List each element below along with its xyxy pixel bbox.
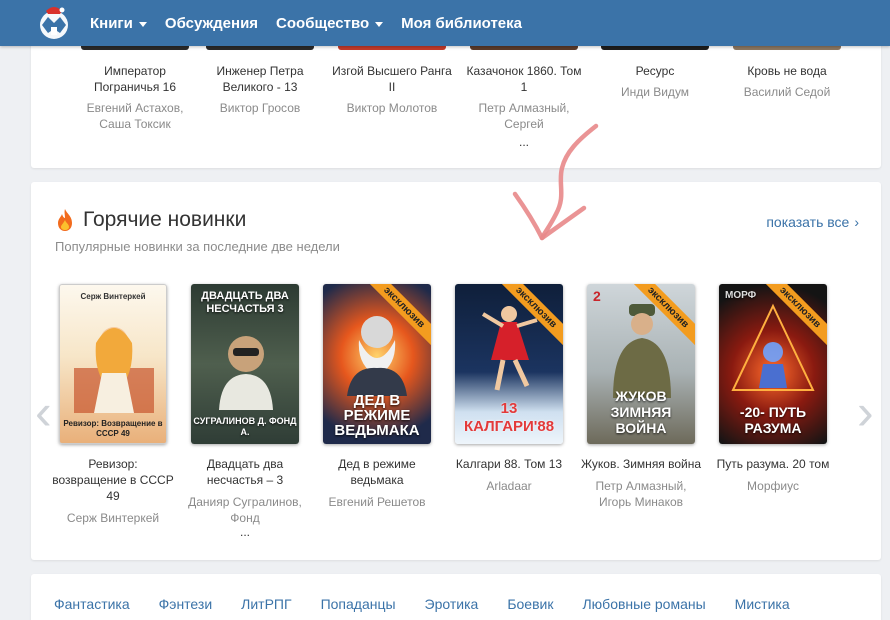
cover-volume-number: 2: [593, 288, 601, 304]
chevron-right-icon: ›: [854, 214, 859, 230]
show-all-link[interactable]: показать все ›: [766, 214, 859, 230]
nav-community[interactable]: Сообщество: [276, 14, 384, 32]
chevron-down-icon: [375, 21, 384, 27]
book-item[interactable]: ДВАДЦАТЬ ДВА НЕСЧАСТЬЯ 3 СУГРАЛИНОВ Д. Ф…: [183, 284, 307, 538]
cover-title: 13 КАЛГАРИ'88: [463, 400, 555, 435]
book-author[interactable]: Евгений Решетов: [315, 494, 439, 510]
genre-link[interactable]: Мистика: [735, 596, 790, 612]
book-title[interactable]: Ревизор: возвращение в СССР 49: [51, 456, 175, 504]
book-item[interactable]: Серж Винтеркей Ревизор: Возвращение в СС…: [51, 284, 175, 526]
cover-illustration: [347, 316, 407, 396]
book-cover[interactable]: 2 ЖУКОВ ЗИМНЯЯ ВОЙНА эксклюзив: [587, 284, 695, 444]
top-navbar: Книги Обсуждения Сообщество Моя библиоте…: [0, 0, 890, 46]
genre-link[interactable]: Фантастика: [54, 596, 130, 612]
book-author[interactable]: Инди Видум: [595, 84, 715, 100]
genre-links: Фантастика Фэнтези ЛитРПГ Попаданцы Эрот…: [54, 596, 819, 612]
book-item[interactable]: 13 КАЛГАРИ'88 эксклюзив Калгари 88. Том …: [447, 284, 571, 494]
book-title[interactable]: Казачонок 1860. Том 1: [464, 63, 584, 95]
book-title[interactable]: Изгой Высшего Ранга II: [332, 63, 452, 95]
book-author[interactable]: Василий Седой: [727, 84, 847, 100]
genres-section: Фантастика Фэнтези ЛитРПГ Попаданцы Эрот…: [31, 574, 881, 620]
cover-illustration: [74, 327, 154, 413]
book-author[interactable]: Данияр Сугралинов, Фонд: [183, 494, 307, 526]
book-title[interactable]: Император Пограничья 16: [75, 63, 195, 95]
book-item[interactable]: МОРФ -20- ПУТЬ РАЗУМА эксклюзив Путь раз…: [711, 284, 835, 494]
book-cover[interactable]: Серж Винтеркей Ревизор: Возвращение в СС…: [59, 284, 167, 444]
cover-title: -20- ПУТЬ РАЗУМА: [739, 404, 807, 436]
nav-discussions[interactable]: Обсуждения: [165, 15, 258, 32]
genre-link[interactable]: Эротика: [425, 596, 479, 612]
book-cover[interactable]: ДВАДЦАТЬ ДВА НЕСЧАСТЬЯ 3 СУГРАЛИНОВ Д. Ф…: [191, 284, 299, 444]
nav-books[interactable]: Книги: [90, 15, 147, 32]
genre-link[interactable]: ЛитРПГ: [241, 596, 291, 612]
genre-link[interactable]: Попаданцы: [321, 596, 396, 612]
book-author-more[interactable]: ...: [464, 134, 584, 150]
book-title[interactable]: Калгари 88. Том 13: [447, 456, 571, 472]
book-author[interactable]: Виктор Гросов: [200, 100, 320, 116]
book-author[interactable]: Серж Винтеркей: [51, 510, 175, 526]
cover-title: ЖУКОВ ЗИМНЯЯ ВОЙНА: [610, 388, 672, 436]
nav-my-library[interactable]: Моя библиотека: [401, 15, 522, 32]
book-author[interactable]: Виктор Молотов: [332, 100, 452, 116]
book-title[interactable]: Инженер Петра Великого - 13: [200, 63, 320, 95]
section-title: Горячие новинки: [83, 208, 247, 231]
cover-illustration: [219, 336, 273, 410]
genre-link[interactable]: Боевик: [507, 596, 553, 612]
book-author[interactable]: Морфиус: [711, 478, 835, 494]
book-title[interactable]: Двадцать два несчастья – 3: [183, 456, 307, 488]
genre-link[interactable]: Фэнтези: [159, 596, 213, 612]
book-author[interactable]: Arladaar: [447, 478, 571, 494]
book-title[interactable]: Жуков. Зимняя война: [579, 456, 703, 472]
nav-community-label: Сообщество: [276, 14, 370, 32]
nav-my-library-label: Моя библиотека: [401, 14, 522, 32]
book-title[interactable]: Ресурс: [595, 63, 715, 79]
book-author[interactable]: Евгений Астахов, Саша Токсик: [75, 100, 195, 132]
book-author[interactable]: Петр Алмазный, Игорь Минаков: [579, 478, 703, 510]
carousel-next-button[interactable]: ›: [857, 382, 877, 442]
genre-link[interactable]: Любовные романы: [582, 596, 705, 612]
book-author-more[interactable]: ...: [183, 526, 307, 538]
book-title[interactable]: Дед в режиме ведьмака: [315, 456, 439, 488]
cover-title: ДВАДЦАТЬ ДВА НЕСЧАСТЬЯ 3: [201, 290, 289, 315]
section-header: Горячие новинки: [55, 208, 246, 232]
book-cover[interactable]: 13 КАЛГАРИ'88 эксклюзив: [455, 284, 563, 444]
chevron-down-icon: [138, 21, 147, 27]
site-logo-icon[interactable]: [34, 3, 74, 43]
cover-title: Ревизор: Возвращение в СССР 49: [63, 419, 163, 438]
nav-discussions-label: Обсуждения: [164, 14, 259, 32]
book-title[interactable]: Путь разума. 20 том: [711, 456, 835, 472]
cover-title: ДЕД В РЕЖИМЕ ВЕДЬМАКА: [334, 392, 420, 439]
show-all-label: показать все: [766, 214, 850, 230]
book-author[interactable]: Петр Алмазный, Сергей: [464, 100, 584, 132]
book-title[interactable]: Кровь не вода: [727, 63, 847, 79]
cover-author: МОРФ: [725, 290, 757, 301]
book-cover[interactable]: ДЕД В РЕЖИМЕ ВЕДЬМАКА эксклюзив: [323, 284, 431, 444]
book-item[interactable]: 2 ЖУКОВ ЗИМНЯЯ ВОЙНА эксклюзив Жуков. Зи…: [579, 284, 703, 510]
fire-icon: [58, 209, 72, 231]
hot-new-releases-section: Горячие новинки Популярные новинки за по…: [31, 182, 881, 560]
nav-books-label: Книги: [90, 14, 133, 32]
book-item[interactable]: ДЕД В РЕЖИМЕ ВЕДЬМАКА эксклюзив Дед в ре…: [315, 284, 439, 510]
cover-author: СУГРАЛИНОВ Д. ФОНД А.: [193, 416, 297, 437]
book-cover[interactable]: МОРФ -20- ПУТЬ РАЗУМА эксклюзив: [719, 284, 827, 444]
section-subtitle: Популярные новинки за последние две неде…: [55, 239, 340, 254]
cover-author: Серж Винтеркей: [80, 292, 146, 301]
